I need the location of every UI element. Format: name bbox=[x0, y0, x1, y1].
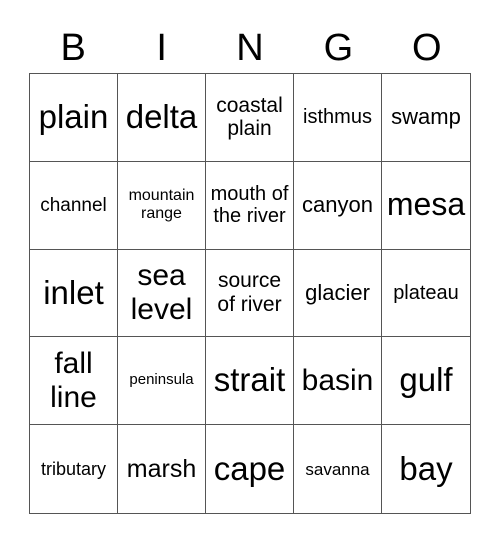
bingo-cell[interactable]: tributary bbox=[30, 425, 118, 513]
cell-label: sea level bbox=[130, 259, 193, 326]
bingo-cell[interactable]: canyon bbox=[294, 161, 382, 250]
cell-label: bay bbox=[399, 449, 453, 487]
bingo-cell[interactable]: gulf bbox=[382, 337, 470, 426]
cell-label: canyon bbox=[302, 191, 373, 217]
bingo-cell[interactable]: inlet bbox=[30, 249, 118, 338]
bingo-cell[interactable]: savanna bbox=[294, 425, 382, 513]
bingo-cell[interactable]: sea level bbox=[118, 249, 206, 338]
cell-label: swamp bbox=[391, 104, 461, 130]
bingo-cell[interactable]: swamp bbox=[382, 74, 470, 162]
cell-label: glacier bbox=[305, 279, 370, 305]
cell-label: basin bbox=[301, 363, 374, 397]
cell-label: delta bbox=[125, 97, 198, 135]
bingo-cell[interactable]: cape bbox=[206, 425, 294, 513]
bingo-cell[interactable]: mountain range bbox=[118, 161, 206, 250]
bingo-cell[interactable]: fall line bbox=[30, 337, 118, 426]
bingo-cell[interactable]: mesa bbox=[382, 162, 470, 250]
bingo-cell[interactable]: glacier bbox=[294, 249, 382, 338]
cell-label: fall line bbox=[50, 347, 97, 414]
cell-label: strait bbox=[213, 361, 286, 399]
cell-label: cape bbox=[213, 449, 286, 487]
cell-label: isthmus bbox=[303, 106, 372, 129]
header-letter-i: I bbox=[156, 27, 167, 69]
header-letter-b: B bbox=[60, 27, 86, 69]
cell-label: mountain range bbox=[128, 187, 195, 223]
cell-label: channel bbox=[40, 194, 107, 216]
bingo-cell[interactable]: coastal plain bbox=[206, 74, 294, 162]
cell-label: inlet bbox=[43, 273, 104, 311]
cell-label: mouth of the river bbox=[210, 182, 289, 228]
cell-label: coastal plain bbox=[216, 93, 283, 141]
header-letter-o: O bbox=[412, 27, 442, 69]
bingo-cell[interactable]: delta bbox=[118, 74, 206, 162]
cell-label: mesa bbox=[386, 186, 466, 223]
bingo-cell[interactable]: plain bbox=[30, 74, 118, 162]
bingo-cell[interactable]: peninsula bbox=[118, 337, 206, 426]
bingo-cell[interactable]: isthmus bbox=[294, 74, 382, 162]
cell-label: plain bbox=[38, 97, 109, 135]
cell-label: plateau bbox=[393, 281, 459, 304]
cell-label: savanna bbox=[305, 459, 370, 479]
cell-label: gulf bbox=[399, 361, 453, 399]
bingo-cell[interactable]: mouth of the river bbox=[206, 161, 294, 250]
bingo-cell[interactable]: basin bbox=[294, 337, 382, 426]
cell-label: tributary bbox=[40, 459, 107, 480]
bingo-grid: plain delta coastal plain isthmus swamp chann… bbox=[29, 73, 471, 514]
bingo-cell[interactable]: channel bbox=[30, 161, 118, 250]
bingo-cell[interactable]: source of river bbox=[206, 249, 294, 338]
header-letter-n: N bbox=[236, 27, 264, 69]
bingo-cell[interactable]: strait bbox=[206, 337, 294, 426]
header-letter-g: G bbox=[323, 27, 354, 69]
bingo-header: B I N G O bbox=[29, 24, 471, 72]
cell-label: marsh bbox=[126, 455, 197, 484]
bingo-cell[interactable]: marsh bbox=[118, 425, 206, 513]
bingo-cell[interactable]: plateau bbox=[382, 250, 470, 338]
bingo-cell[interactable]: bay bbox=[382, 425, 470, 513]
cell-label: peninsula bbox=[129, 371, 194, 389]
cell-label: source of river bbox=[217, 269, 282, 316]
